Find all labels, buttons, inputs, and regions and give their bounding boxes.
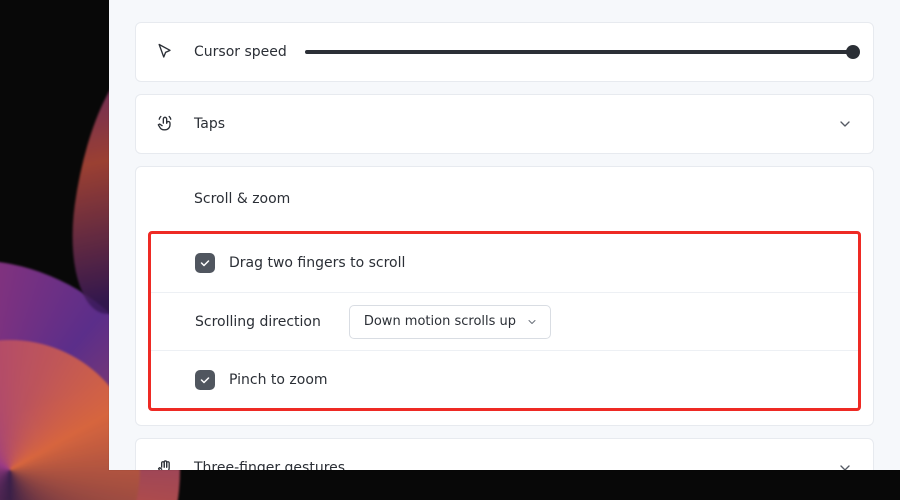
scrolling-direction-value: Down motion scrolls up bbox=[364, 314, 516, 329]
three-finger-label: Three-finger gestures bbox=[194, 460, 345, 470]
chevron-down-icon bbox=[526, 316, 538, 328]
pinch-to-zoom-label: Pinch to zoom bbox=[229, 372, 328, 388]
cursor-icon bbox=[154, 41, 176, 63]
settings-panel: Cursor speed Taps bbox=[109, 0, 900, 470]
scrolling-direction-row: Scrolling direction Down motion scrolls … bbox=[151, 292, 858, 350]
cursor-speed-label: Cursor speed bbox=[194, 44, 287, 60]
pinch-to-zoom-row: Pinch to zoom bbox=[151, 350, 858, 408]
three-finger-icon bbox=[154, 457, 176, 470]
drag-two-fingers-row: Drag two fingers to scroll bbox=[151, 234, 858, 292]
three-finger-card[interactable]: Three-finger gestures bbox=[135, 438, 874, 470]
taps-card[interactable]: Taps bbox=[135, 94, 874, 154]
pinch-to-zoom-checkbox[interactable] bbox=[195, 370, 215, 390]
cursor-speed-row: Cursor speed bbox=[136, 23, 873, 81]
drag-two-fingers-checkbox[interactable] bbox=[195, 253, 215, 273]
scrolling-direction-label: Scrolling direction bbox=[195, 314, 321, 330]
tap-icon bbox=[154, 113, 176, 135]
scrolling-direction-dropdown[interactable]: Down motion scrolls up bbox=[349, 305, 551, 339]
cursor-speed-slider[interactable] bbox=[305, 45, 853, 59]
scroll-zoom-header[interactable]: Scroll & zoom bbox=[136, 167, 873, 231]
scroll-zoom-title: Scroll & zoom bbox=[194, 191, 290, 207]
cursor-speed-card: Cursor speed bbox=[135, 22, 874, 82]
taps-label: Taps bbox=[194, 116, 225, 132]
chevron-down-icon bbox=[837, 116, 853, 132]
scroll-zoom-card: Scroll & zoom Drag two fingers to scroll… bbox=[135, 166, 874, 426]
chevron-down-icon bbox=[837, 460, 853, 470]
drag-two-fingers-label: Drag two fingers to scroll bbox=[229, 255, 405, 271]
scroll-zoom-body-highlight: Drag two fingers to scroll Scrolling dir… bbox=[148, 231, 861, 411]
